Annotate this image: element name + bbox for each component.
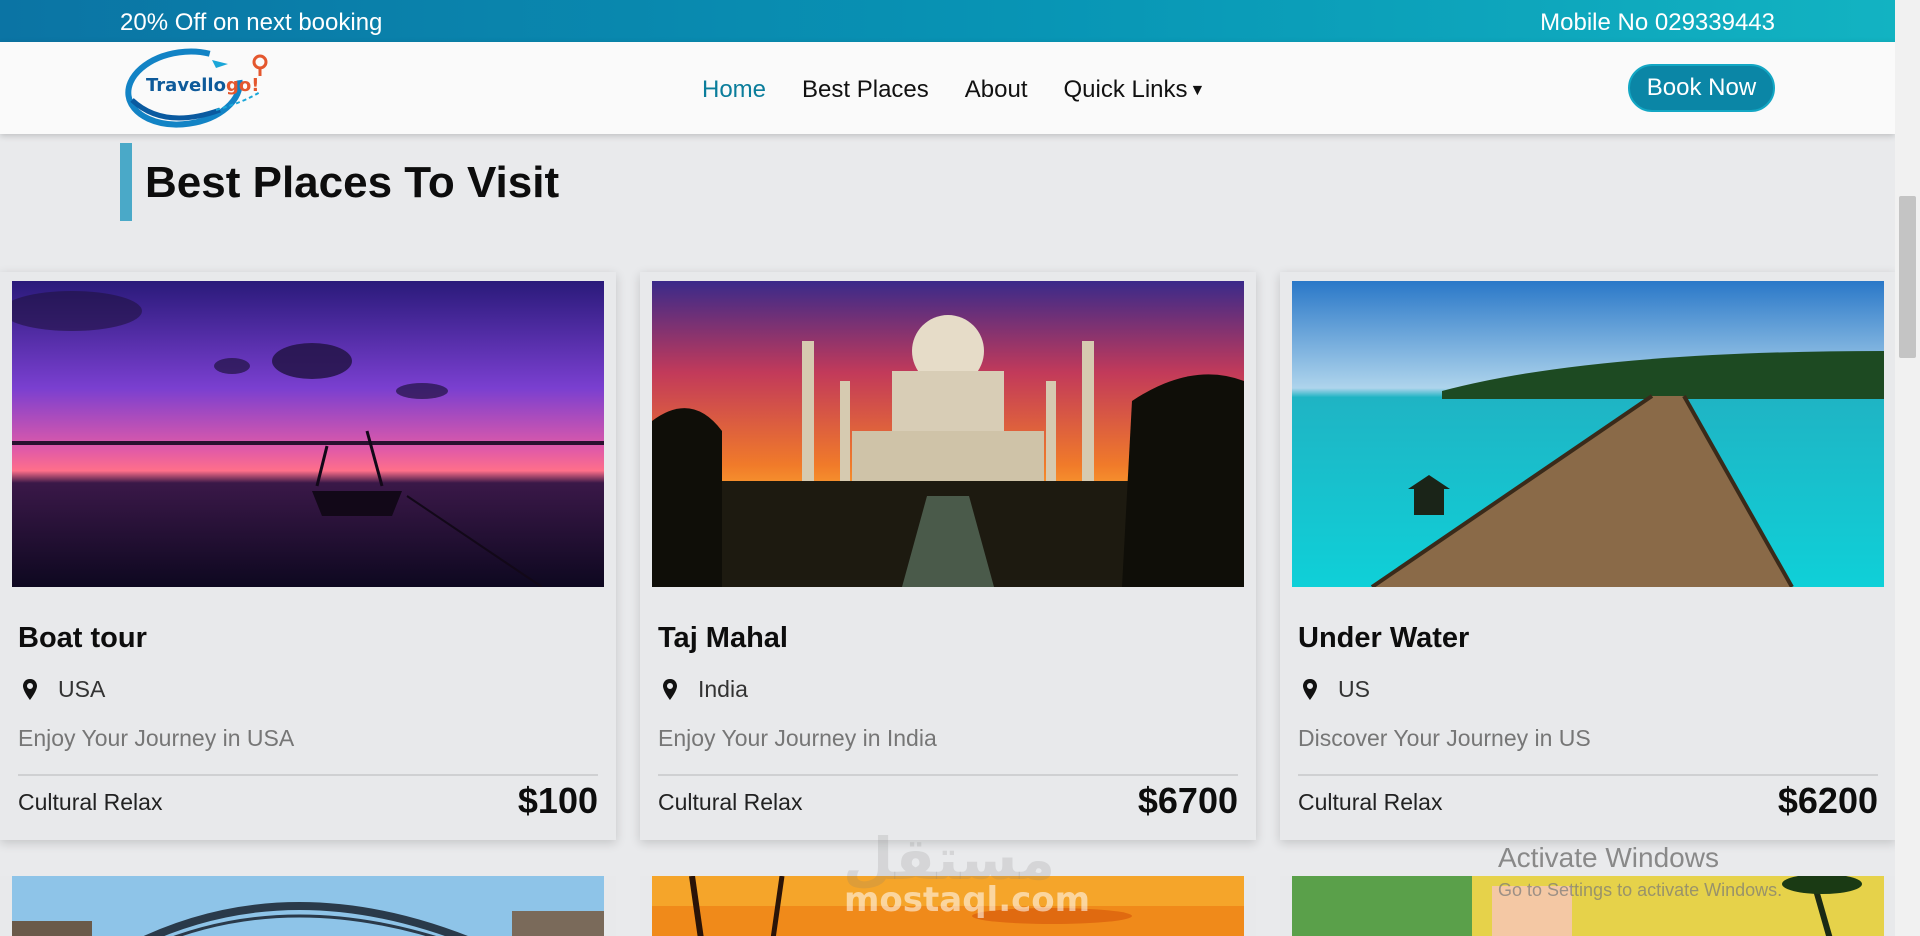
activate-title: Activate Windows	[1498, 842, 1719, 873]
card-divider	[1298, 774, 1878, 776]
place-location: US	[1298, 676, 1370, 703]
map-pin-icon	[23, 678, 37, 700]
map-pin-icon	[1303, 678, 1317, 700]
place-image-taj-mahal	[652, 281, 1244, 587]
place-card-boat-tour[interactable]: Boat tour USA Enjoy Your Journey in USA …	[0, 272, 616, 840]
place-image-boat-tour	[12, 281, 604, 587]
caret-down-icon: ▼	[1189, 82, 1206, 99]
section-title: Best Places To Visit	[145, 158, 560, 207]
activate-windows-notice: Activate Windows Go to Settings to activ…	[1498, 842, 1782, 901]
place-description: Enjoy Your Journey in USA	[18, 725, 295, 751]
card-divider	[658, 774, 1238, 776]
place-description: Discover Your Journey in US	[1298, 725, 1591, 751]
place-card-row2-1[interactable]	[0, 876, 616, 936]
place-name: Boat tour	[18, 622, 147, 654]
place-location: USA	[18, 676, 105, 703]
book-now-button[interactable]: Book Now	[1628, 64, 1775, 112]
activate-subtitle: Go to Settings to activate Windows.	[1498, 880, 1783, 900]
place-tag: Cultural Relax	[1298, 789, 1443, 815]
section-title-accent	[120, 143, 132, 221]
card-divider	[18, 774, 598, 776]
place-image-bridge	[12, 876, 604, 936]
map-pin-icon	[663, 678, 677, 700]
place-tag: Cultural Relax	[658, 789, 803, 815]
nav-best-places[interactable]: Best Places	[802, 76, 929, 104]
main-nav: Home Best Places About Quick Links ▼	[702, 76, 1205, 104]
place-tag: Cultural Relax	[18, 789, 163, 815]
promo-text: 20% Off on next booking	[120, 9, 383, 36]
phone-number: Mobile No 029339443	[1540, 9, 1775, 36]
nav-about[interactable]: About	[965, 76, 1028, 104]
place-card-taj-mahal[interactable]: Taj Mahal India Enjoy Your Journey in In…	[640, 272, 1256, 840]
navbar: Travellogo! Home Best Places About Quick…	[0, 42, 1895, 134]
logo-text: Travellogo!	[146, 75, 260, 96]
place-location-text: USA	[58, 676, 106, 702]
place-name: Under Water	[1298, 622, 1470, 654]
nav-quick-links-label: Quick Links	[1063, 76, 1188, 103]
place-card-under-water[interactable]: Under Water US Discover Your Journey in …	[1280, 272, 1896, 840]
nav-quick-links[interactable]: Quick Links ▼	[1063, 76, 1205, 104]
place-price: $6700	[1137, 780, 1238, 821]
top-promo-bar: 20% Off on next booking Mobile No 029339…	[0, 0, 1895, 42]
watermark-site: mostaql.com	[844, 880, 1091, 920]
page-scrollbar[interactable]	[1895, 0, 1920, 936]
place-price: $6200	[1777, 780, 1878, 821]
place-description: Enjoy Your Journey in India	[658, 725, 937, 751]
place-name: Taj Mahal	[658, 622, 788, 654]
place-image-under-water	[1292, 281, 1884, 587]
place-price: $100	[517, 780, 598, 821]
scrollbar-thumb[interactable]	[1899, 196, 1916, 358]
place-location-text: India	[698, 676, 748, 702]
place-location-text: US	[1338, 676, 1370, 702]
logo[interactable]: Travellogo!	[124, 48, 270, 128]
place-location: India	[658, 676, 748, 703]
nav-home[interactable]: Home	[702, 76, 766, 104]
